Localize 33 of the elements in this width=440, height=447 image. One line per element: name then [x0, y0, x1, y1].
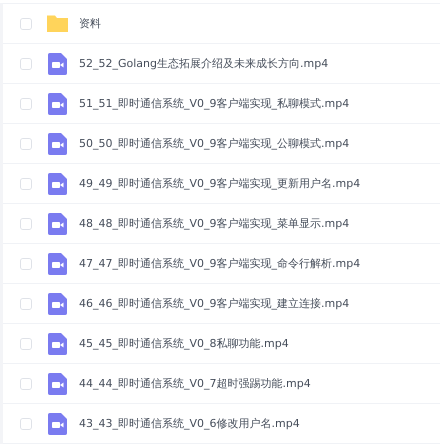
video-file-icon	[48, 52, 66, 74]
checkbox[interactable]	[20, 338, 32, 350]
video-file-icon	[48, 292, 66, 314]
video-file-icon	[48, 92, 66, 114]
file-name[interactable]: 51_51_即时通信系统_V0_9客户端实现_私聊模式.mp4	[79, 96, 350, 111]
file-name[interactable]: 49_49_即时通信系统_V0_9客户端实现_更新用户名.mp4	[79, 176, 360, 191]
file-name[interactable]: 46_46_即时通信系统_V0_9客户端实现_建立连接.mp4	[79, 296, 350, 311]
video-file-icon	[48, 172, 66, 194]
checkbox[interactable]	[20, 178, 32, 190]
video-file-icon	[48, 212, 66, 234]
checkbox[interactable]	[20, 258, 32, 270]
file-name[interactable]: 48_48_即时通信系统_V0_9客户端实现_菜单显示.mp4	[79, 216, 350, 231]
checkbox[interactable]	[20, 98, 32, 110]
checkbox[interactable]	[20, 218, 32, 230]
checkbox[interactable]	[20, 298, 32, 310]
file-name[interactable]: 44_44_即时通信系统_V0_7超时强踢功能.mp4	[79, 376, 311, 391]
video-file-icon	[48, 412, 66, 434]
checkbox[interactable]	[20, 138, 32, 150]
file-name[interactable]: 资料	[79, 16, 101, 31]
video-file-icon	[48, 332, 66, 354]
checkbox[interactable]	[20, 378, 32, 390]
file-name[interactable]: 52_52_Golang生态拓展介绍及未来成长方向.mp4	[79, 56, 328, 71]
folder-icon	[46, 14, 68, 33]
file-name[interactable]: 43_43_即时通信系统_V0_6修改用户名.mp4	[79, 416, 300, 431]
video-file-icon	[48, 132, 66, 154]
file-name[interactable]: 45_45_即时通信系统_V0_8私聊功能.mp4	[79, 336, 289, 351]
file-name[interactable]: 47_47_即时通信系统_V0_9客户端实现_命令行解析.mp4	[79, 256, 360, 271]
video-file-icon	[48, 252, 66, 274]
video-file-icon	[48, 372, 66, 394]
file-name[interactable]: 50_50_即时通信系统_V0_9客户端实现_公聊模式.mp4	[79, 136, 350, 151]
checkbox[interactable]	[20, 58, 32, 70]
checkbox[interactable]	[20, 18, 32, 30]
checkbox[interactable]	[20, 418, 32, 430]
